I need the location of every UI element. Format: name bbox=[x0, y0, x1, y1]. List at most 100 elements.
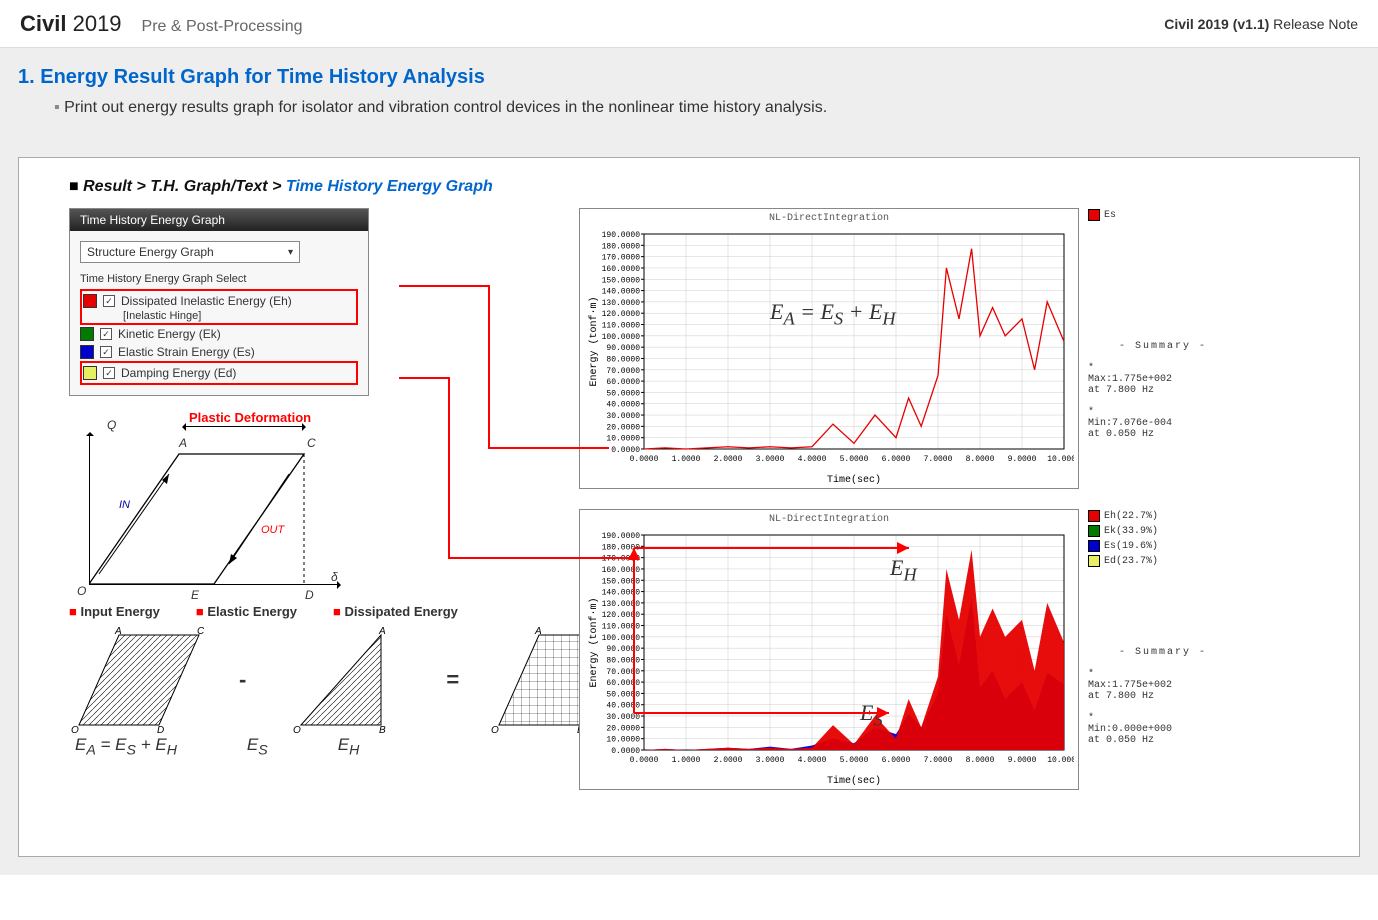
series-row[interactable]: ✓ Damping Energy (Ed) bbox=[83, 364, 355, 382]
svg-text:0.0000: 0.0000 bbox=[630, 756, 659, 765]
svg-text:10.0000: 10.0000 bbox=[1047, 455, 1074, 464]
graph-type-dropdown[interactable]: Structure Energy Graph bbox=[80, 241, 300, 263]
label-C: C bbox=[307, 436, 316, 450]
svg-text:190.0000: 190.0000 bbox=[602, 231, 641, 240]
svg-text:8.0000: 8.0000 bbox=[966, 756, 995, 765]
legend-top: Es - Summary -* Max:1.775e+002 at 7.800 … bbox=[1088, 209, 1238, 440]
label-Q: Q bbox=[107, 418, 116, 432]
brand: Civil 2019 bbox=[20, 11, 122, 37]
series-row[interactable]: ✓ Dissipated Inelastic Energy (Eh) bbox=[83, 292, 355, 310]
legend-item: Ed(23.7%) bbox=[1088, 555, 1238, 567]
svg-text:90.0000: 90.0000 bbox=[606, 344, 640, 353]
svg-text:10.0000: 10.0000 bbox=[606, 435, 640, 444]
svg-text:80.0000: 80.0000 bbox=[606, 656, 640, 665]
svg-text:100.0000: 100.0000 bbox=[602, 333, 641, 342]
label-A: A bbox=[179, 436, 187, 450]
svg-text:0.0000: 0.0000 bbox=[611, 446, 640, 455]
svg-text:O: O bbox=[293, 725, 301, 735]
dialog-tab[interactable]: Time History Energy Graph bbox=[70, 209, 368, 231]
series-row[interactable]: ✓ Elastic Strain Energy (Es) bbox=[80, 343, 358, 361]
legend-item: Es(19.6%) bbox=[1088, 540, 1238, 552]
svg-text:O: O bbox=[491, 725, 499, 735]
series-row[interactable]: ✓ Kinetic Energy (Ek) bbox=[80, 325, 358, 343]
svg-text:160.0000: 160.0000 bbox=[602, 265, 641, 274]
svg-text:30.0000: 30.0000 bbox=[606, 412, 640, 421]
svg-text:50.0000: 50.0000 bbox=[606, 389, 640, 398]
svg-text:A: A bbox=[378, 626, 386, 637]
series-sublabel: [Inelastic Hinge] bbox=[123, 310, 355, 322]
energy-headings: Input Energy Elastic Energy Dissipated E… bbox=[69, 604, 569, 619]
svg-text:70.0000: 70.0000 bbox=[606, 367, 640, 376]
svg-text:40.0000: 40.0000 bbox=[606, 401, 640, 410]
svg-text:30.0000: 30.0000 bbox=[606, 713, 640, 722]
section-title: 1. Energy Result Graph for Time History … bbox=[18, 66, 1360, 89]
svg-text:110.0000: 110.0000 bbox=[602, 322, 641, 331]
svg-text:A: A bbox=[114, 626, 122, 637]
svg-text:100.0000: 100.0000 bbox=[602, 634, 641, 643]
section-description: Print out energy results graph for isola… bbox=[54, 99, 1360, 117]
svg-text:50.0000: 50.0000 bbox=[606, 690, 640, 699]
label-OUT: OUT bbox=[261, 524, 284, 536]
chart-title-bottom: NL-DirectIntegration bbox=[584, 514, 1074, 525]
svg-text:B: B bbox=[379, 725, 386, 735]
svg-text:C: C bbox=[197, 626, 205, 637]
chart-top: NL-DirectIntegration 0.0000 10.0000 20.000… bbox=[579, 208, 1079, 489]
svg-text:9.0000: 9.0000 bbox=[1008, 455, 1037, 464]
svg-text:1.0000: 1.0000 bbox=[672, 756, 701, 765]
svg-text:180.0000: 180.0000 bbox=[602, 543, 641, 552]
svg-text:170.0000: 170.0000 bbox=[602, 555, 641, 564]
svg-text:2.0000: 2.0000 bbox=[714, 756, 743, 765]
series-group-label: Time History Energy Graph Select bbox=[80, 273, 358, 285]
svg-text:5.0000: 5.0000 bbox=[840, 756, 869, 765]
energy-shapes-row: AC OD - A OB = bbox=[69, 625, 569, 735]
svg-text:180.0000: 180.0000 bbox=[602, 242, 641, 251]
label-E: E bbox=[191, 588, 199, 602]
svg-text:3.0000: 3.0000 bbox=[756, 756, 785, 765]
energy-equations: EA = ES + EH ES EH bbox=[75, 735, 569, 758]
checkbox-icon[interactable]: ✓ bbox=[100, 328, 112, 340]
feature-panel: Result > T.H. Graph/Text > Time History … bbox=[18, 157, 1360, 857]
svg-text:A: A bbox=[534, 626, 542, 637]
label-ES: ES bbox=[860, 700, 883, 730]
checkbox-icon[interactable]: ✓ bbox=[103, 367, 115, 379]
hysteresis-diagram: Plastic Deformation Q A C IN bbox=[69, 414, 349, 604]
chart-title-top: NL-DirectIntegration bbox=[584, 213, 1074, 224]
svg-text:D: D bbox=[157, 725, 164, 735]
svg-text:6.0000: 6.0000 bbox=[882, 455, 911, 464]
label-IN: IN bbox=[119, 499, 130, 511]
legend-item: Ek(33.9%) bbox=[1088, 525, 1238, 537]
svg-text:5.0000: 5.0000 bbox=[840, 455, 869, 464]
svg-text:10.0000: 10.0000 bbox=[606, 736, 640, 745]
label-O: O bbox=[77, 584, 86, 598]
svg-text:4.0000: 4.0000 bbox=[798, 756, 827, 765]
svg-text:60.0000: 60.0000 bbox=[606, 378, 640, 387]
checkbox-icon[interactable]: ✓ bbox=[103, 295, 115, 307]
svg-text:Energy (tonf·m): Energy (tonf·m) bbox=[588, 296, 600, 386]
svg-text:0.0000: 0.0000 bbox=[611, 747, 640, 756]
header-subtitle: Pre & Post-Processing bbox=[142, 18, 303, 36]
svg-text:140.0000: 140.0000 bbox=[602, 288, 641, 297]
svg-text:190.0000: 190.0000 bbox=[602, 532, 641, 541]
svg-text:130.0000: 130.0000 bbox=[602, 299, 641, 308]
svg-text:40.0000: 40.0000 bbox=[606, 702, 640, 711]
svg-text:80.0000: 80.0000 bbox=[606, 355, 640, 364]
top-bar: Civil 2019 Pre & Post-Processing Civil 2… bbox=[0, 0, 1378, 48]
svg-text:70.0000: 70.0000 bbox=[606, 668, 640, 677]
svg-text:Time(sec): Time(sec) bbox=[827, 775, 881, 785]
checkbox-icon[interactable]: ✓ bbox=[100, 346, 112, 358]
svg-text:90.0000: 90.0000 bbox=[606, 645, 640, 654]
svg-text:0.0000: 0.0000 bbox=[630, 455, 659, 464]
svg-text:20.0000: 20.0000 bbox=[606, 423, 640, 432]
series-label: Dissipated Inelastic Energy (Eh) bbox=[121, 294, 292, 308]
svg-text:Energy (tonf·m): Energy (tonf·m) bbox=[588, 597, 600, 687]
series-label: Elastic Strain Energy (Es) bbox=[118, 345, 255, 359]
label-EH: EH bbox=[890, 555, 917, 585]
svg-text:O: O bbox=[71, 725, 79, 735]
legend-bottom: Eh(22.7%)Ek(33.9%)Es(19.6%)Ed(23.7%) - S… bbox=[1088, 510, 1238, 746]
svg-text:130.0000: 130.0000 bbox=[602, 600, 641, 609]
svg-text:140.0000: 140.0000 bbox=[602, 589, 641, 598]
svg-text:6.0000: 6.0000 bbox=[882, 756, 911, 765]
svg-text:170.0000: 170.0000 bbox=[602, 254, 641, 263]
label-D: D bbox=[305, 588, 314, 602]
energy-graph-dialog: Time History Energy Graph Structure Ener… bbox=[69, 208, 369, 396]
